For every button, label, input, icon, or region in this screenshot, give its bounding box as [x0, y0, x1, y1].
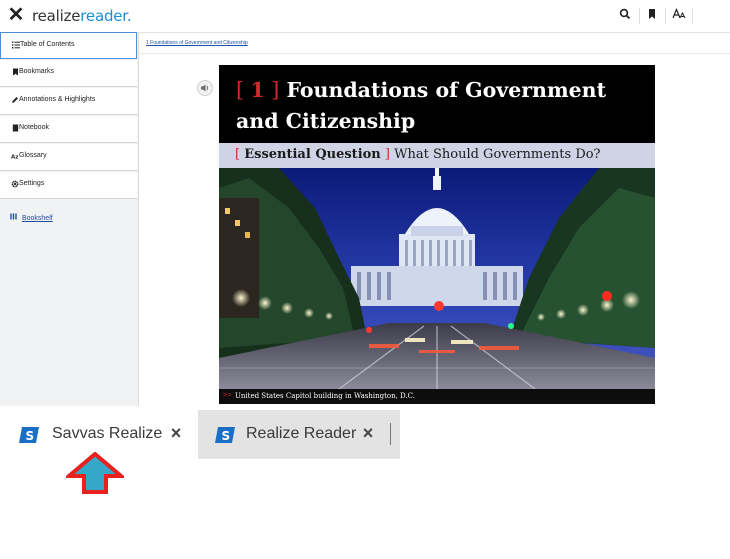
- sidebar-item-label: Annotations & Highlights: [19, 96, 96, 103]
- svg-text:Az: Az: [11, 155, 18, 161]
- close-icon[interactable]: ×: [168, 424, 184, 442]
- audio-icon[interactable]: [197, 80, 213, 96]
- breadcrumb[interactable]: 1 Foundations of Government and Citizens…: [146, 40, 248, 46]
- sidebar-item-label: Notebook: [19, 124, 49, 131]
- brand-suffix: reader.: [80, 7, 132, 25]
- caption-text: United States Capitol building in Washin…: [235, 392, 415, 400]
- sidebar-item-label: Settings: [19, 180, 45, 187]
- book-page: [ 1 ] Foundations of Government and Citi…: [219, 65, 655, 404]
- chapter-number: 1: [250, 78, 265, 102]
- bookshelf-link[interactable]: Bookshelf: [10, 213, 53, 222]
- tab-divider: [390, 423, 391, 445]
- photo-caption: >> United States Capitol building in Was…: [219, 389, 655, 404]
- sidebar-item-settings[interactable]: Settings: [0, 172, 137, 199]
- sidebar: Table of Contents Bookmarks Annotations …: [0, 32, 139, 406]
- top-bar: ✕ realizereader.: [0, 0, 730, 33]
- brand-logo: realizereader.: [32, 7, 132, 25]
- toolbar-divider: [639, 8, 640, 24]
- search-icon[interactable]: [617, 8, 633, 24]
- tab-realize-reader[interactable]: S Realize Reader ×: [198, 410, 400, 459]
- sidebar-item-label: Bookmarks: [19, 68, 55, 75]
- sidebar-item-label: Table of Contents: [20, 41, 75, 48]
- svg-text:S: S: [222, 429, 231, 443]
- tab-title: Savvas Realize: [52, 425, 163, 442]
- bookshelf-label: Bookshelf: [21, 215, 53, 222]
- chapter-heading: [ 1 ] Foundations of Government and Citi…: [236, 78, 607, 133]
- svg-text:S: S: [26, 429, 35, 443]
- toolbar-divider: [665, 8, 666, 24]
- savvas-favicon-icon: S: [215, 427, 235, 443]
- sidebar-item-notebook[interactable]: Notebook: [0, 116, 137, 143]
- close-icon[interactable]: ×: [360, 424, 376, 442]
- sidebar-item-bookmarks[interactable]: Bookmarks: [0, 60, 137, 87]
- bookshelf-icon: [10, 213, 19, 222]
- capitol-photo: [219, 168, 655, 389]
- brand-prefix: realize: [32, 7, 81, 25]
- up-arrow-icon: [66, 452, 124, 494]
- close-icon[interactable]: ✕: [6, 5, 26, 25]
- sidebar-item-annotations[interactable]: Annotations & Highlights: [0, 88, 137, 115]
- essential-question-text: What Should Governments Do?: [394, 147, 601, 162]
- sidebar-item-table-of-contents[interactable]: Table of Contents: [0, 32, 137, 59]
- browser-tab-strip: S Savvas Realize × S Realize Reader ×: [0, 410, 400, 459]
- bookmark-icon[interactable]: [644, 8, 660, 24]
- font-size-icon[interactable]: [671, 7, 687, 24]
- sidebar-item-label: Glossary: [19, 152, 47, 159]
- essential-question-band: [ Essential Question ] What Should Gover…: [219, 143, 655, 168]
- tab-title: Realize Reader: [246, 425, 357, 442]
- essential-question-label: Essential Question: [244, 147, 381, 162]
- caption-marker: >>: [223, 392, 232, 399]
- breadcrumb-divider: [139, 53, 730, 54]
- reader-window: ✕ realizereader. Table of Contents Bookm…: [0, 0, 730, 406]
- sidebar-item-glossary[interactable]: Az Glossary: [0, 144, 137, 171]
- chapter-title: Foundations of Government and Citizenshi…: [236, 78, 607, 133]
- toolbar-divider: [692, 8, 693, 24]
- savvas-favicon-icon: S: [19, 427, 39, 443]
